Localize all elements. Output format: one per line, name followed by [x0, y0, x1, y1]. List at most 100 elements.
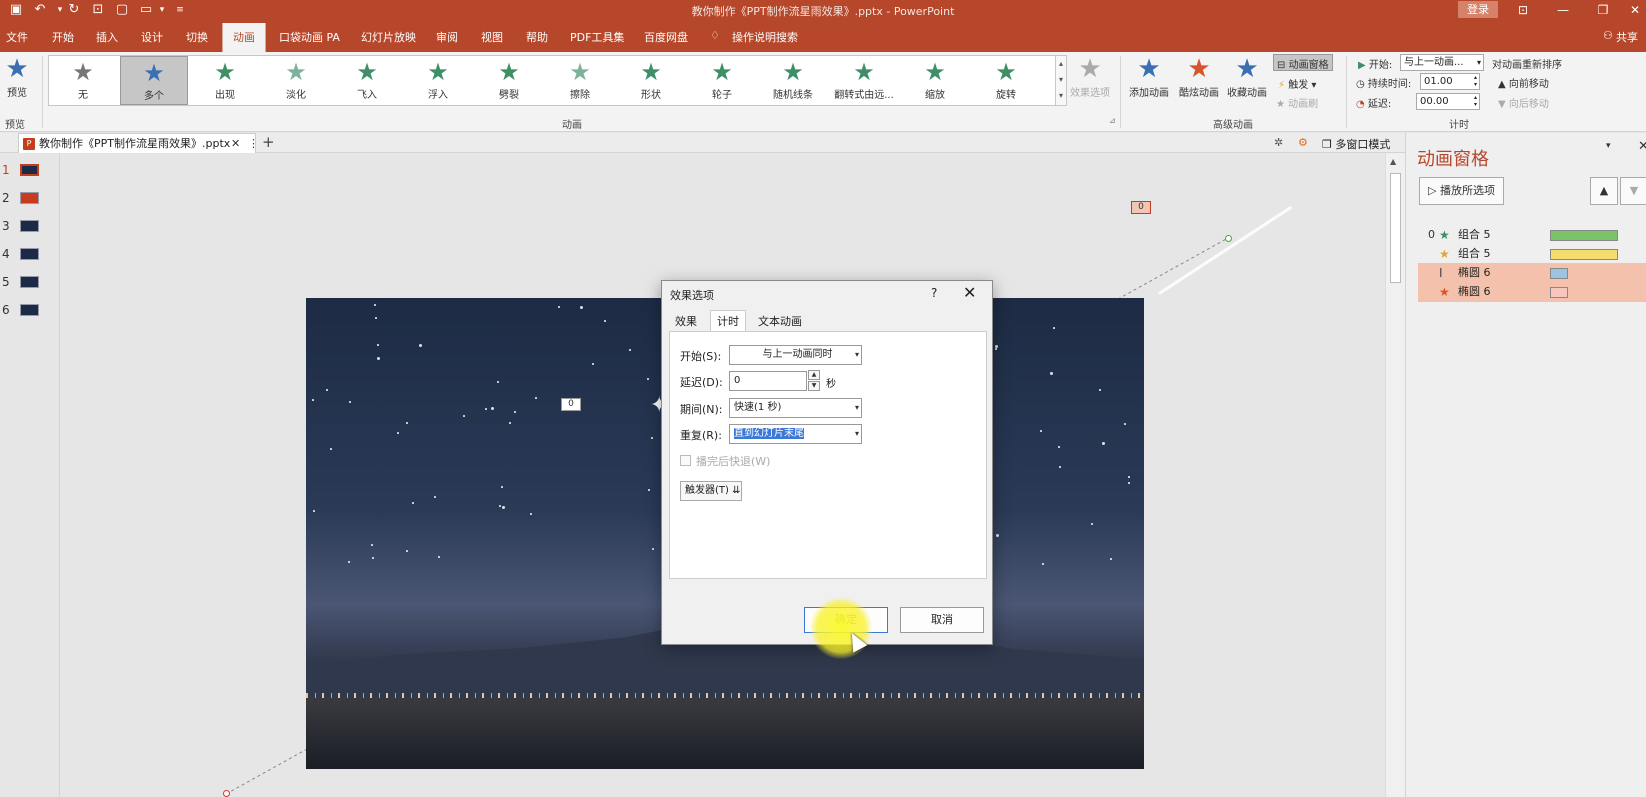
tab-insert[interactable]: 插入	[96, 29, 118, 45]
gallery-item[interactable]: ★ 多个	[120, 56, 188, 105]
gallery-item[interactable]: ★ 翻转式由远...	[830, 56, 898, 105]
lightbulb-icon[interactable]: ♢	[710, 29, 720, 42]
tab-review[interactable]: 审阅	[436, 29, 458, 45]
slide-thumbnail-4[interactable]	[20, 248, 39, 260]
share-button[interactable]: 共享	[1616, 29, 1638, 45]
tell-me-search[interactable]: 操作说明搜索	[732, 29, 798, 45]
trigger-button[interactable]: ⚡ 触发 ▾	[1278, 76, 1316, 91]
move-up-button[interactable]: ▲	[1590, 177, 1618, 205]
scroll-thumb[interactable]	[1390, 173, 1401, 283]
new-tab-icon[interactable]: +	[262, 133, 275, 152]
animation-tag[interactable]: 0	[561, 398, 581, 411]
effect-options-button[interactable]: ★ 效果选项	[1068, 54, 1112, 99]
tab-slideshow[interactable]: 幻灯片放映	[361, 29, 416, 45]
tab-design[interactable]: 设计	[141, 29, 163, 45]
gallery-item[interactable]: ★ 旋转	[972, 56, 1040, 105]
tab-pocket-animation[interactable]: 口袋动画 PA	[279, 29, 340, 45]
slide-thumbnail-3[interactable]	[20, 220, 39, 232]
tab-file[interactable]: 文件	[6, 29, 28, 45]
repeat-dropdown[interactable]: 直到幻灯片末尾 ▾	[729, 424, 862, 444]
delay-input[interactable]: 0	[729, 371, 807, 391]
spin-down-icon[interactable]: ▼	[808, 381, 820, 391]
tab-home[interactable]: 开始	[52, 29, 74, 45]
animation-pane-button[interactable]: ⊟ 动画窗格	[1273, 54, 1333, 71]
gallery-item[interactable]: ★ 飞入	[333, 56, 401, 105]
spinner-arrows-icon[interactable]: ▴ ▾	[1474, 94, 1477, 108]
period-dropdown[interactable]: 快速(1 秒) ▾	[729, 398, 862, 418]
play-selected-button[interactable]: ▷ 播放所选项	[1419, 177, 1504, 205]
vertical-scrollbar[interactable]: ▲	[1385, 153, 1405, 797]
tab-effect[interactable]: 效果	[675, 313, 697, 329]
gallery-item[interactable]: ★ 缩放	[901, 56, 969, 105]
tab-help[interactable]: 帮助	[526, 29, 548, 45]
document-tab[interactable]: P 教你制作《PPT制作流星雨效果》.pptx ✕ ⋮	[18, 133, 259, 153]
path-end-handle[interactable]	[223, 790, 230, 797]
trigger-expander-button[interactable]: 触发器(T) ⇊	[680, 481, 742, 501]
close-tab-icon[interactable]: ✕	[231, 134, 240, 153]
tab-baidu-netdisk[interactable]: 百度网盘	[644, 29, 688, 45]
gallery-item[interactable]: ★ 淡化	[262, 56, 330, 105]
tab-pdf-tools[interactable]: PDF工具集	[570, 29, 624, 45]
duration-spinner[interactable]: 01.00 ▴ ▾	[1420, 73, 1480, 90]
start-dropdown[interactable]: 与上一动画同时 ▾	[729, 345, 862, 365]
gallery-item[interactable]: ★ 出现	[191, 56, 259, 105]
minimize-icon[interactable]: —	[1546, 1, 1580, 19]
tab-animations[interactable]: 动画	[222, 23, 266, 52]
cool-animation-button[interactable]: ★ 酷炫动画	[1174, 54, 1224, 99]
timeline-bar[interactable]	[1550, 268, 1568, 279]
delay-spinner[interactable]: 00.00 ▴ ▾	[1416, 93, 1480, 110]
move-forward-button[interactable]: ▲ 向前移动	[1498, 75, 1549, 90]
slide-thumbnail-5[interactable]	[20, 276, 39, 288]
animation-list-item[interactable]: 0 ★ 组合 5	[1418, 225, 1646, 245]
tab-view[interactable]: 视图	[481, 29, 503, 45]
animation-brush-button[interactable]: ★ 动画刷	[1276, 95, 1318, 110]
scroll-up-icon[interactable]: ▲	[1390, 157, 1396, 166]
spinner-arrows-icon[interactable]: ▴ ▾	[1474, 74, 1477, 88]
close-pane-icon[interactable]: ✕	[1638, 139, 1646, 154]
cancel-button[interactable]: 取消	[900, 607, 984, 633]
slide-thumbnail-1[interactable]	[20, 164, 39, 176]
tab-transitions[interactable]: 切换	[186, 29, 208, 45]
pin-icon[interactable]: ✲	[1274, 136, 1283, 149]
close-dialog-icon[interactable]: ✕	[963, 283, 976, 302]
timeline-bar[interactable]	[1550, 287, 1568, 298]
login-button[interactable]: 登录	[1458, 1, 1498, 18]
timeline-bar[interactable]	[1550, 249, 1618, 260]
restore-icon[interactable]: ❐	[1586, 1, 1620, 19]
help-button[interactable]: ?	[931, 286, 937, 300]
animation-list-item[interactable]: ★ 组合 5	[1418, 244, 1646, 264]
gallery-item[interactable]: ★ 无	[49, 56, 117, 105]
gallery-scroll[interactable]: ▴ ▾ ▾	[1055, 55, 1067, 106]
animation-list-item[interactable]: ★ 椭圆 6	[1418, 282, 1646, 302]
start-select[interactable]: 与上一动画... ▾	[1400, 54, 1484, 71]
tab-text-animation[interactable]: 文本动画	[758, 313, 802, 329]
more-vertical-icon[interactable]: ⋮	[248, 134, 259, 153]
spin-up-icon[interactable]: ▲	[808, 370, 820, 380]
move-down-button[interactable]: ▼	[1620, 177, 1646, 205]
settings-gear-icon[interactable]: ⚙	[1298, 136, 1308, 149]
collect-animation-button[interactable]: ★ 收藏动画	[1222, 54, 1272, 99]
gallery-item[interactable]: ★ 劈裂	[475, 56, 543, 105]
dialog-launcher-icon[interactable]: ⊿	[1109, 116, 1116, 125]
close-window-icon[interactable]: ✕	[1618, 1, 1646, 19]
sky-star	[371, 544, 373, 546]
preview-button[interactable]: ★ 预览	[0, 54, 34, 99]
path-start-handle[interactable]	[1225, 235, 1232, 242]
pane-options-icon[interactable]: ▾	[1606, 141, 1611, 151]
gallery-item[interactable]: ★ 随机线条	[759, 56, 827, 105]
timeline-bar[interactable]	[1550, 230, 1618, 241]
slide-thumbnail-2[interactable]	[20, 192, 39, 204]
gallery-item[interactable]: ★ 擦除	[546, 56, 614, 105]
multi-window-button[interactable]: ❐ 多窗口模式	[1322, 136, 1390, 152]
ribbon-display-icon[interactable]: ⊡	[1506, 1, 1540, 19]
slide-thumbnail-6[interactable]	[20, 304, 39, 316]
gallery-item[interactable]: ★ 轮子	[688, 56, 756, 105]
tab-timing[interactable]: 计时	[710, 310, 746, 332]
animation-list-item[interactable]: I 椭圆 6	[1418, 263, 1646, 283]
add-animation-button[interactable]: ★ 添加动画	[1124, 54, 1174, 99]
animation-tag[interactable]: 0	[1131, 201, 1151, 214]
gallery-item[interactable]: ★ 浮入	[404, 56, 472, 105]
move-backward-button[interactable]: ▼ 向后移动	[1498, 95, 1549, 110]
rewind-checkbox[interactable]	[680, 455, 691, 466]
gallery-item[interactable]: ★ 形状	[617, 56, 685, 105]
